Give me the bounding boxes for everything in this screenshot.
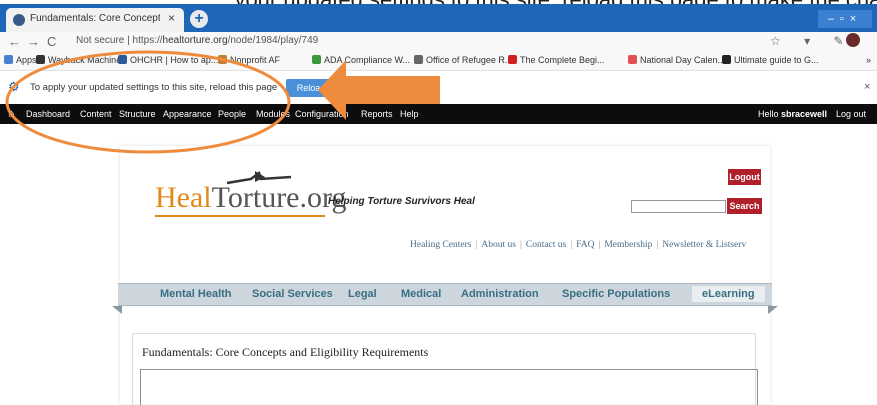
admin-menu-appearance[interactable]: Appearance: [163, 109, 212, 119]
admin-menu-reports[interactable]: Reports: [361, 109, 393, 119]
main-nav-item[interactable]: eLearning: [692, 286, 765, 302]
main-nav: Mental Health Social Services Legal Medical…: [112, 283, 778, 314]
new-tab-button[interactable]: +: [190, 10, 208, 28]
settings-notification: ⚙ To apply your updated settings to this…: [0, 71, 877, 104]
bookmark-item[interactable]: ADA Compliance W...: [312, 55, 410, 65]
logo-arrow-icon: [226, 170, 292, 185]
bookmark-icon: [414, 55, 423, 64]
bookmark-icon: [312, 55, 321, 64]
top-link[interactable]: FAQ: [576, 240, 594, 250]
refresh-icon[interactable]: C: [47, 34, 56, 49]
greeting-hello: Hello: [758, 109, 779, 119]
url-prefix: Not secure | https://: [76, 35, 163, 46]
bookmark-label: Office of Refugee R...: [426, 55, 513, 65]
bookmark-icon: [628, 55, 637, 64]
top-links: Healing Centers | About us | Contact us | FAQ |…: [410, 240, 747, 250]
url-path: /node/1984/play/749: [227, 35, 319, 46]
content-title: Fundamentals: Core Concepts and Eligibil…: [142, 345, 429, 359]
bookmarks-bar: Apps Wayback Machine OHCHR | How to ap... N…: [0, 52, 877, 71]
admin-menu-configuration[interactable]: Configuration: [295, 109, 349, 119]
forward-icon[interactable]: →: [27, 34, 40, 49]
close-icon[interactable]: ×: [864, 81, 870, 93]
bookmark-item[interactable]: Ultimate guide to G...: [722, 55, 819, 65]
bookmarks-more-icon[interactable]: »: [866, 55, 871, 65]
profile-avatar[interactable]: [846, 33, 860, 47]
top-link[interactable]: Membership: [604, 240, 652, 250]
bookmark-item[interactable]: Nonprofit AF: [218, 55, 280, 65]
bookmark-item[interactable]: The Complete Begi...: [508, 55, 605, 65]
bookmark-label: Wayback Machine: [48, 55, 122, 65]
bookmark-icon: [218, 55, 227, 64]
browser-tab-bar: Fundamentals: Core Concepts ar × + –▫×: [0, 4, 877, 32]
bookmark-label: National Day Calen...: [640, 55, 726, 65]
content-frame: [140, 369, 758, 405]
admin-menu-content[interactable]: Content: [80, 109, 112, 119]
logout-button[interactable]: Logout: [728, 169, 761, 185]
search-input[interactable]: [631, 200, 726, 213]
bookmark-label: Apps: [16, 55, 37, 65]
main-nav-item[interactable]: Mental Health: [160, 288, 232, 300]
admin-toolbar: ⌂ Hello sbracewell Log out Dashboard Cont…: [0, 104, 877, 124]
browser-tab[interactable]: Fundamentals: Core Concepts ar ×: [6, 8, 184, 32]
bookmark-label: ADA Compliance W...: [324, 55, 411, 65]
address-bar-icons[interactable]: ☆ ▾ ✎: [770, 34, 854, 48]
logo-heal: Heal: [155, 181, 212, 214]
back-icon[interactable]: ←: [8, 34, 21, 49]
main-nav-item[interactable]: Medical: [401, 288, 441, 300]
bookmark-label: OHCHR | How to ap...: [130, 55, 219, 65]
admin-logout-link[interactable]: Log out: [836, 109, 866, 119]
greeting: Hello sbracewell: [758, 109, 827, 119]
main-nav-item[interactable]: Legal: [348, 288, 377, 300]
reload-button[interactable]: Reload: [286, 79, 336, 97]
main-nav-item[interactable]: Social Services: [252, 288, 333, 300]
bookmark-icon: [118, 55, 127, 64]
bookmark-item[interactable]: OHCHR | How to ap...: [118, 55, 218, 65]
nav-right-fold-icon: [768, 306, 778, 314]
bookmark-item[interactable]: Apps: [4, 55, 37, 65]
main-nav-item[interactable]: Administration: [461, 288, 539, 300]
bookmark-icon: [4, 55, 13, 64]
url-host: healtorture.org: [162, 35, 228, 46]
bookmark-icon: [36, 55, 45, 64]
main-nav-item[interactable]: Specific Populations: [562, 288, 670, 300]
tab-close-icon[interactable]: ×: [168, 11, 175, 25]
admin-menu-people[interactable]: People: [218, 109, 246, 119]
window-controls[interactable]: –▫×: [818, 10, 872, 28]
admin-menu-help[interactable]: Help: [400, 109, 419, 119]
url-field[interactable]: Not secure | https://healtorture.org/nod…: [76, 35, 318, 46]
gear-icon: ⚙: [8, 79, 20, 94]
nav-left-fold-icon: [112, 306, 122, 314]
notification-text: To apply your updated settings to this s…: [30, 82, 278, 93]
bookmark-item[interactable]: Office of Refugee R...: [414, 55, 512, 65]
site-logo[interactable]: HealTorture.org: [155, 170, 346, 217]
home-icon[interactable]: ⌂: [8, 108, 15, 120]
admin-menu-structure[interactable]: Structure: [119, 109, 156, 119]
bookmark-label: Ultimate guide to G...: [734, 55, 819, 65]
top-link[interactable]: About us: [481, 240, 516, 250]
site-tagline: Helping Torture Survivors Heal: [328, 196, 475, 207]
bookmark-label: The Complete Begi...: [520, 55, 605, 65]
address-bar: ← → C Not secure | https://healtorture.o…: [0, 32, 877, 52]
admin-menu-dashboard[interactable]: Dashboard: [26, 109, 70, 119]
top-link[interactable]: Newsletter & Listserv: [662, 240, 746, 250]
top-link[interactable]: Contact us: [526, 240, 566, 250]
bookmark-label: Nonprofit AF: [230, 55, 281, 65]
search-button[interactable]: Search: [727, 198, 762, 214]
favicon-icon: [13, 14, 25, 26]
bookmark-item[interactable]: National Day Calen...: [628, 55, 725, 65]
top-link[interactable]: Healing Centers: [410, 240, 471, 250]
bookmark-icon: [722, 55, 731, 64]
admin-menu-modules[interactable]: Modules: [256, 109, 290, 119]
username: sbracewell: [781, 109, 828, 119]
bookmark-item[interactable]: Wayback Machine: [36, 55, 121, 65]
bookmark-icon: [508, 55, 517, 64]
tab-title: Fundamentals: Core Concepts ar: [30, 13, 160, 24]
